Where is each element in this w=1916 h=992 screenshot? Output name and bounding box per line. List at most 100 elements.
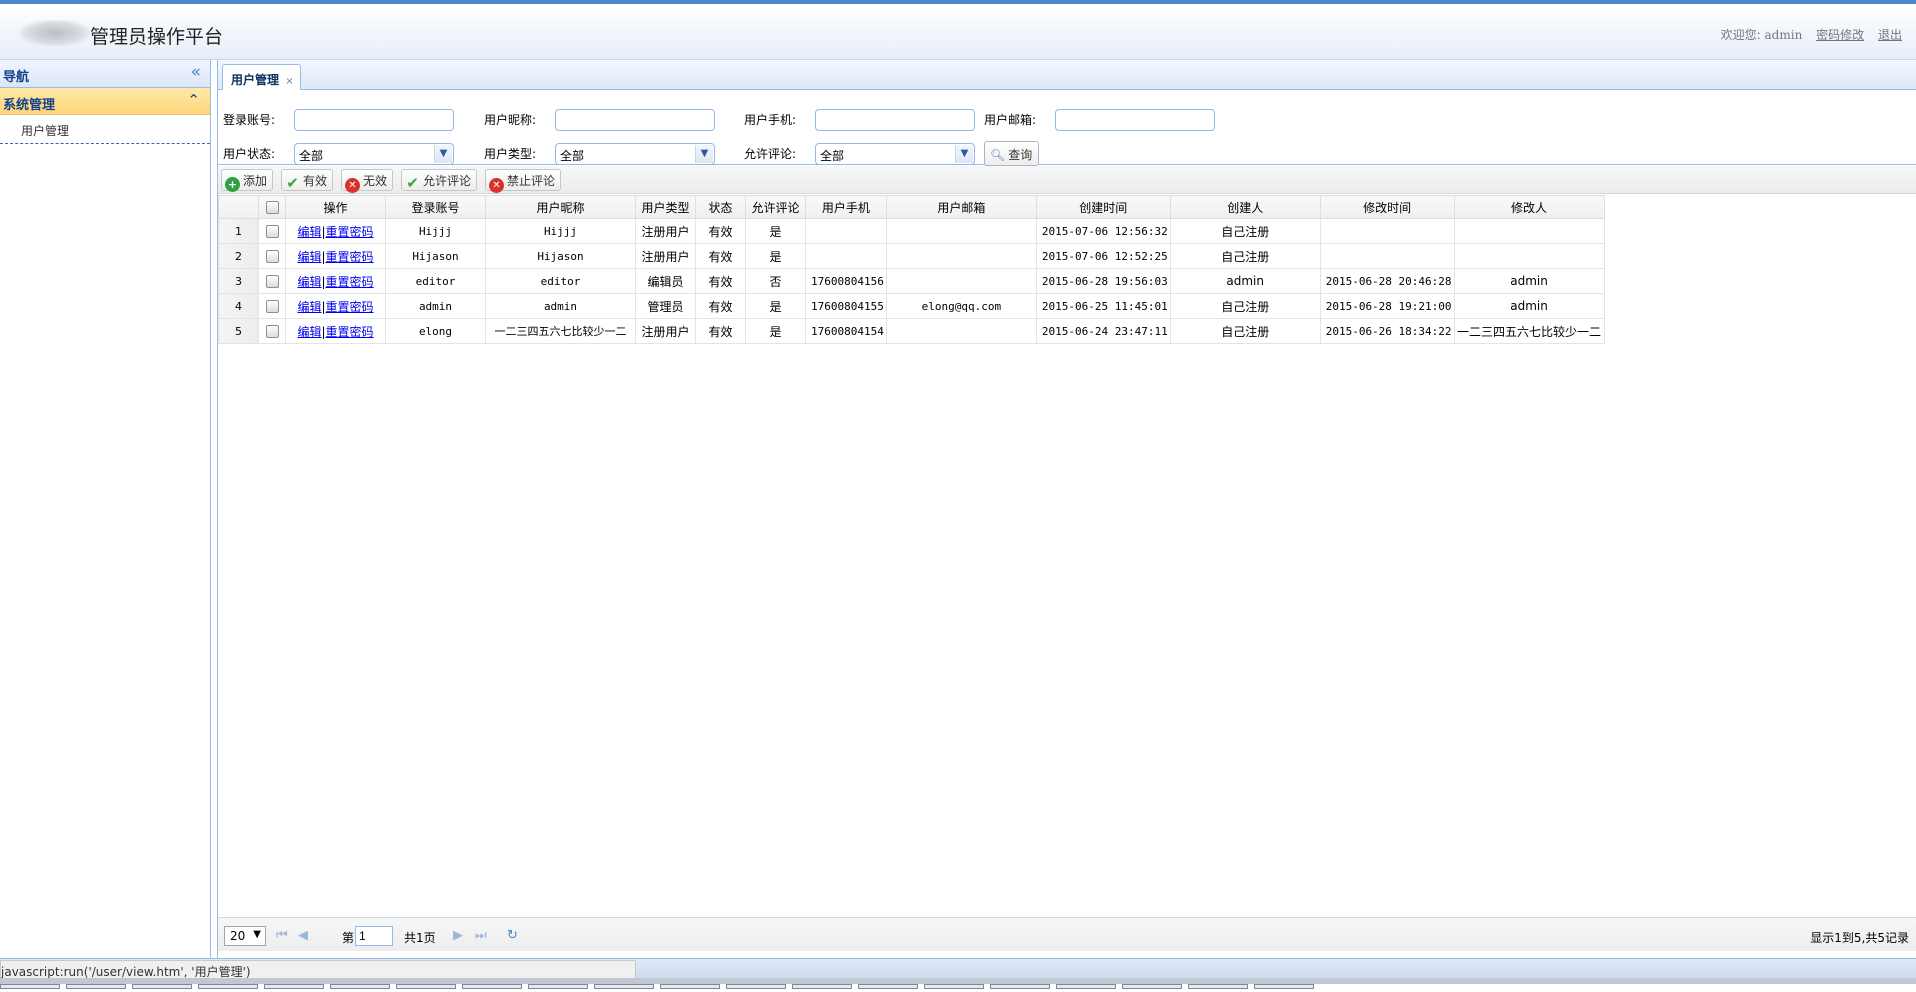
row-checkbox[interactable]: [265, 325, 279, 338]
set-invalid-button[interactable]: ✕ 无效: [341, 169, 394, 193]
row-checkbox[interactable]: [265, 225, 279, 238]
email-cell: [885, 318, 1037, 344]
page-number-input[interactable]: [355, 926, 393, 946]
allow-comment-button[interactable]: ✔ 允许评论: [401, 169, 478, 191]
edit-link[interactable]: 编辑: [297, 250, 321, 264]
status-cell: 有效: [695, 243, 746, 269]
menu-group-system[interactable]: 系统管理 ⌃: [0, 88, 210, 115]
reset-password-link[interactable]: 重置密码: [326, 300, 374, 314]
creator-cell: 自己注册: [1169, 293, 1321, 319]
column-header[interactable]: 用户邮箱: [885, 195, 1037, 219]
collapse-group-icon[interactable]: ⌃: [187, 91, 200, 109]
operations-cell: 编辑|重置密码: [285, 318, 386, 344]
user-type-cell: 注册用户: [635, 318, 696, 344]
modifier-cell: [1453, 218, 1605, 244]
account-cell: admin: [385, 293, 486, 319]
nickname-input[interactable]: [555, 109, 715, 131]
app-header: 管理员操作平台 欢迎您: admin 密码修改 退出: [0, 4, 1916, 60]
reset-password-link[interactable]: 重置密码: [326, 250, 374, 264]
query-button[interactable]: 🔍︎ 查询: [984, 141, 1040, 166]
email-cell: [885, 218, 1037, 244]
edit-link[interactable]: 编辑: [297, 225, 321, 239]
tab-user-management[interactable]: 用户管理 ×: [222, 64, 301, 90]
phone-input[interactable]: [815, 109, 975, 131]
reset-password-link[interactable]: 重置密码: [326, 225, 374, 239]
comment-select-value: 全部: [820, 149, 845, 163]
last-page-icon[interactable]: ⏭: [475, 928, 487, 943]
menu-group-title: 系统管理: [3, 98, 56, 113]
change-password-link[interactable]: 密码修改: [1816, 28, 1864, 42]
nickname-cell: Hijason: [485, 243, 636, 269]
reset-password-link[interactable]: 重置密码: [326, 325, 374, 339]
edit-link[interactable]: 编辑: [297, 275, 321, 289]
next-page-icon[interactable]: ▶: [453, 928, 463, 943]
chevron-down-icon: ▼: [434, 145, 452, 163]
login-account-input[interactable]: [294, 109, 454, 131]
row-number: 1: [218, 218, 259, 244]
modifier-cell: 一二三四五六七比较少一二: [1453, 318, 1605, 344]
close-tab-icon[interactable]: ×: [285, 76, 293, 87]
row-checkbox-cell[interactable]: [258, 218, 286, 244]
forbid-comment-button[interactable]: ✕ 禁止评论: [485, 169, 562, 193]
sidebar-item-user-management[interactable]: 用户管理: [0, 115, 210, 144]
status-label: 用户状态:: [223, 147, 276, 161]
table-row[interactable]: 1 编辑|重置密码 Hijjj Hijjj 注册用户 有效是 2015-07-06 12:5…: [218, 218, 1605, 244]
add-button-label: 添加: [243, 174, 268, 188]
refresh-icon[interactable]: ↻: [507, 928, 518, 943]
creator-cell: 自己注册: [1169, 243, 1321, 269]
query-button-label: 查询: [1008, 148, 1033, 162]
table-row[interactable]: 3 编辑|重置密码 editor editor 编辑员 有效否 17600804156 201…: [218, 268, 1605, 294]
row-checkbox-cell[interactable]: [258, 268, 286, 294]
comment-select[interactable]: 全部 ▼: [815, 143, 975, 165]
nickname-label: 用户昵称:: [484, 113, 537, 127]
set-valid-button[interactable]: ✔ 有效: [281, 169, 334, 191]
first-page-icon[interactable]: ⏮: [276, 928, 288, 943]
row-checkbox[interactable]: [265, 275, 279, 288]
login-account-label: 登录账号:: [223, 113, 276, 127]
table-row[interactable]: 5 编辑|重置密码 elong 一二三四五六七比较少一二 注册用户 有效是 17600804…: [218, 318, 1605, 344]
column-header[interactable]: 状态: [695, 195, 746, 219]
row-checkbox-cell[interactable]: [258, 293, 286, 319]
reset-password-link[interactable]: 重置密码: [326, 275, 374, 289]
edit-link[interactable]: 编辑: [297, 325, 321, 339]
page-size-select[interactable]: 20 ▼: [224, 926, 266, 946]
add-icon: +: [225, 177, 240, 192]
column-header[interactable]: 用户类型: [635, 195, 696, 219]
email-input[interactable]: [1055, 109, 1215, 131]
edit-link[interactable]: 编辑: [297, 300, 321, 314]
select-all-checkbox-cell[interactable]: [258, 195, 286, 219]
creator-cell: 自己注册: [1169, 218, 1321, 244]
type-select[interactable]: 全部 ▼: [555, 143, 715, 165]
column-header[interactable]: 修改时间: [1319, 195, 1455, 219]
user-links: 欢迎您: admin 密码修改 退出: [1721, 26, 1902, 43]
column-header[interactable]: 允许评论: [745, 195, 806, 219]
column-header[interactable]: 操作: [285, 195, 386, 219]
logout-link[interactable]: 退出: [1878, 28, 1902, 42]
column-header[interactable]: 修改人: [1453, 195, 1605, 219]
column-header[interactable]: 创建时间: [1035, 195, 1171, 219]
row-checkbox[interactable]: [265, 300, 279, 313]
status-select[interactable]: 全部 ▼: [294, 143, 454, 165]
previous-page-icon[interactable]: ◀: [298, 928, 308, 943]
comment-label: 允许评论:: [744, 147, 797, 161]
created-time-cell: 2015-06-28 19:56:03: [1035, 268, 1171, 294]
allow-comment-cell: 是: [745, 318, 806, 344]
column-header[interactable]: 用户手机: [805, 195, 887, 219]
status-cell: 有效: [695, 218, 746, 244]
row-checkbox-cell[interactable]: [258, 243, 286, 269]
modifier-cell: [1453, 243, 1605, 269]
table-row[interactable]: 2 编辑|重置密码 Hijason Hijason 注册用户 有效是 2015-07-06 …: [218, 243, 1605, 269]
select-all-checkbox[interactable]: [265, 201, 279, 214]
search-icon: 🔍︎: [990, 148, 1006, 162]
table-row[interactable]: 4 编辑|重置密码 admin admin 管理员 有效是 17600804155 elong…: [218, 293, 1605, 319]
column-header[interactable]: 用户昵称: [485, 195, 636, 219]
collapse-sidebar-icon[interactable]: «: [191, 62, 201, 82]
column-header[interactable]: 创建人: [1169, 195, 1321, 219]
row-number: 4: [218, 293, 259, 319]
row-number: 5: [218, 318, 259, 344]
column-header[interactable]: 登录账号: [385, 195, 486, 219]
add-button[interactable]: + 添加: [221, 169, 274, 192]
allow-comment-cell: 是: [745, 218, 806, 244]
row-checkbox-cell[interactable]: [258, 318, 286, 344]
row-checkbox[interactable]: [265, 250, 279, 263]
